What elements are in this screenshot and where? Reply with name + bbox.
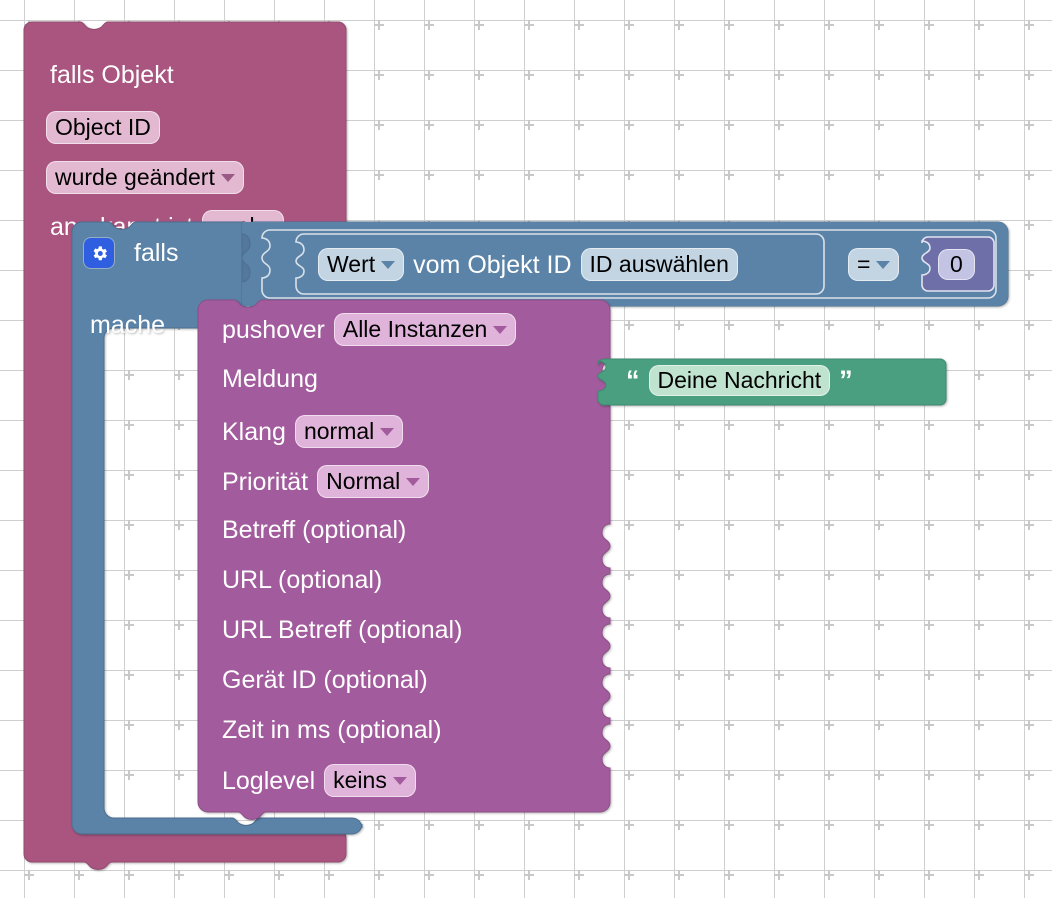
controls-do-label: mache [90,311,166,339]
math-number-text: 0 [950,251,963,277]
open-quote-icon: “ [626,365,640,395]
trigger-object-id-field[interactable]: Object ID [46,111,160,144]
pushover-title: pushover [222,315,325,344]
trigger-object-id-text: Object ID [55,114,151,140]
pushover-row-meldung: Meldung [222,364,318,394]
pushover-row-label: Meldung [222,365,318,393]
pushover-prioritaet-text: Normal [326,468,401,494]
getter-mid-label: vom Objekt ID [413,250,572,279]
chevron-down-icon [381,261,396,269]
pushover-row-label: Betreff (optional) [222,516,407,544]
text-value-text: Deine Nachricht [657,367,822,393]
pushover-row-zeit: Zeit in ms (optional) [222,715,442,745]
trigger-change-type-dropdown[interactable]: wurde geändert [46,161,244,194]
pushover-klang-dropdown[interactable]: normal [294,415,404,448]
pushover-row-label: URL Betreff (optional) [222,616,463,644]
value-type-dropdown[interactable]: Wert [318,248,405,281]
pushover-prioritaet-dropdown[interactable]: Normal [317,465,430,498]
text-value-field[interactable]: Deine Nachricht [648,365,831,396]
chevron-down-icon [380,428,395,436]
block-object-value-getter[interactable]: Wert vom Objekt ID ID auswählen [295,233,826,295]
chevron-down-icon [220,174,235,182]
pushover-klang-text: normal [303,418,375,444]
pushover-row-loglevel: Loglevel keins [222,764,416,797]
trigger-title: falls Objekt [50,61,174,89]
pushover-row-label: Klang [222,417,286,446]
pushover-row-label: Priorität [222,467,309,496]
blockly-workspace[interactable]: falls Objekt Object ID wurde geändert an… [0,0,1052,898]
chevron-down-icon [392,777,407,785]
pushover-row-label: Loglevel [222,766,316,795]
block-condition-compare[interactable]: Wert vom Objekt ID ID auswählen = 0 [261,229,1007,299]
pushover-loglevel-dropdown[interactable]: keins [324,764,416,797]
pushover-row-betreff: Betreff (optional) [222,515,406,545]
trigger-change-type-text: wurde geändert [55,164,215,190]
close-quote-icon: ” [839,365,853,395]
block-text-string[interactable]: “ Deine Nachricht ” [597,358,948,406]
controls-if-label: falls [134,239,179,267]
block-math-number[interactable]: 0 [916,236,995,292]
block-pushover[interactable]: pushover Alle Instanzen Meldung Klang no… [197,299,614,820]
getter-row: Wert vom Objekt ID ID auswählen [318,248,738,281]
comparison-operator-text: = [857,251,871,277]
pushover-row-prioritaet: Priorität Normal [222,465,430,498]
pushover-row-label: Gerät ID (optional) [222,666,428,694]
pushover-row-url: URL (optional) [222,565,382,595]
pushover-instance-text: Alle Instanzen [342,316,488,342]
text-block-row: “ Deine Nachricht ” [626,365,853,396]
chevron-down-icon [876,261,891,269]
pushover-instance-dropdown[interactable]: Alle Instanzen [333,313,517,346]
pushover-row-label: URL (optional) [222,566,383,594]
chevron-down-icon [406,478,421,486]
math-number-field[interactable]: 0 [938,249,975,280]
pushover-title-row: pushover Alle Instanzen [222,313,517,346]
pushover-row-klang: Klang normal [222,415,404,448]
pushover-row-url-betreff: URL Betreff (optional) [222,615,462,645]
comparison-operator-dropdown[interactable]: = [848,248,900,281]
mutator-gear-button[interactable] [84,238,114,268]
chevron-down-icon [493,326,508,334]
gear-icon [93,245,107,260]
pushover-row-label: Zeit in ms (optional) [222,716,442,744]
object-id-select-text: ID auswählen [589,251,729,277]
pushover-row-geraet-id: Gerät ID (optional) [222,665,428,695]
pushover-loglevel-text: keins [333,767,387,793]
object-id-select-field[interactable]: ID auswählen [580,248,738,281]
value-type-text: Wert [327,251,376,277]
